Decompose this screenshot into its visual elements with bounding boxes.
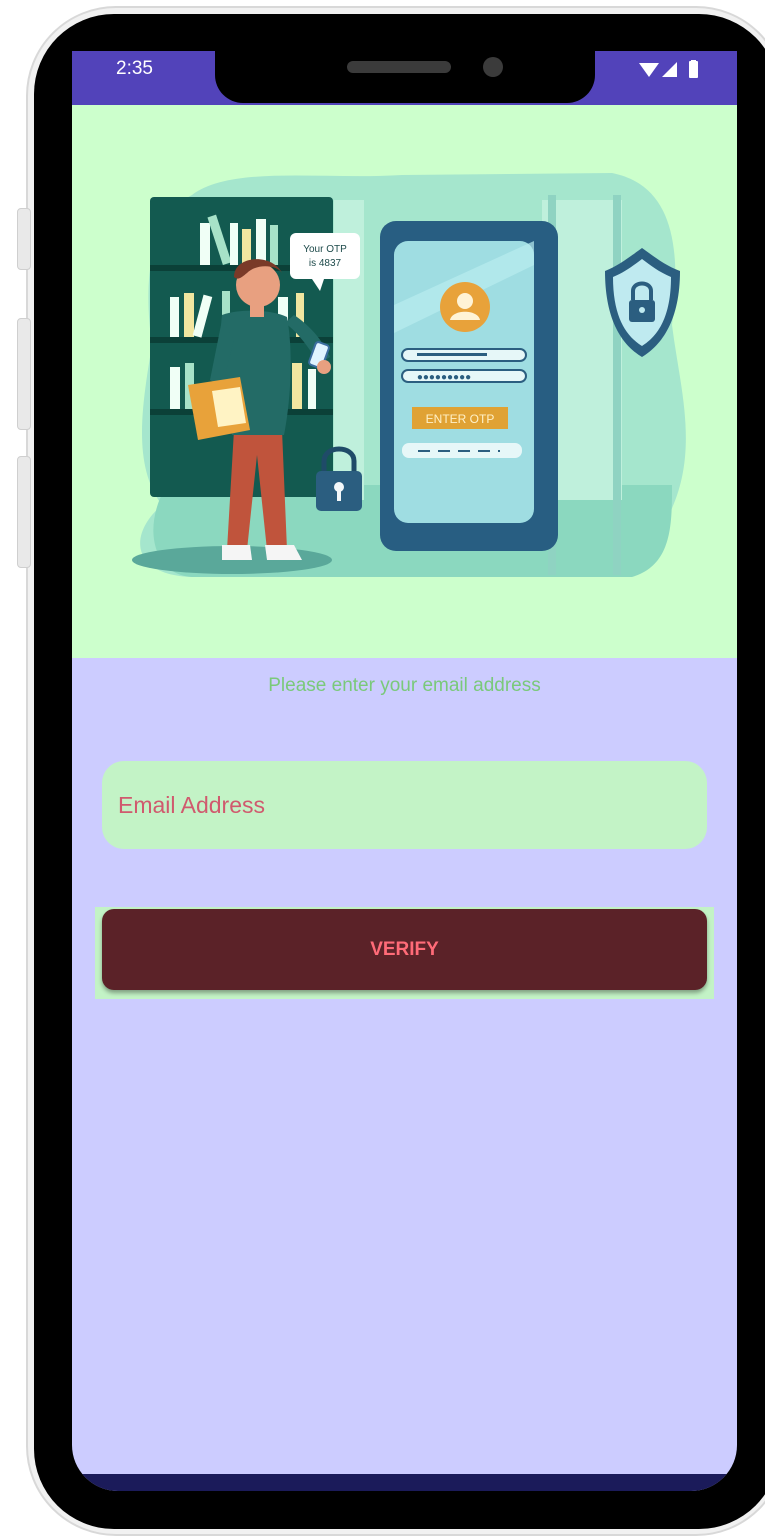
- otp-phone-illustration: ●●●●●●●●● ENTER OTP: [380, 221, 558, 551]
- enter-otp-label: ENTER OTP: [426, 412, 495, 426]
- navigation-bar: [72, 1474, 737, 1491]
- svg-text:●●●●●●●●●: ●●●●●●●●●: [417, 372, 471, 383]
- volume-down-button: [17, 456, 31, 568]
- volume-up-button: [17, 318, 31, 430]
- speech-bubble-line-2: is 4837: [309, 258, 342, 269]
- verify-button[interactable]: VERIFY: [102, 909, 707, 990]
- phone-side-button: [17, 208, 31, 270]
- verify-button-container: VERIFY: [95, 907, 714, 999]
- front-camera: [483, 57, 503, 77]
- hero-illustration: Your OTP is 4837 ●●●●●●●●● ENTER OTP: [72, 105, 737, 658]
- status-time: 2:35: [116, 58, 153, 79]
- email-prompt: Please enter your email address: [268, 675, 541, 696]
- signal-icon: [662, 62, 677, 77]
- battery-icon: [689, 61, 698, 78]
- speech-bubble-line-1: Your OTP: [303, 244, 347, 255]
- camera-notch: [215, 51, 595, 103]
- status-icons: [639, 60, 701, 80]
- user-avatar-icon: [457, 293, 473, 309]
- speaker-grille: [347, 61, 451, 73]
- app-screen: 2:35 Your OTP is 4837 ●●●●●●●●● ENTER OT…: [72, 51, 737, 1491]
- email-input[interactable]: [102, 761, 707, 849]
- wifi-icon: [639, 63, 659, 77]
